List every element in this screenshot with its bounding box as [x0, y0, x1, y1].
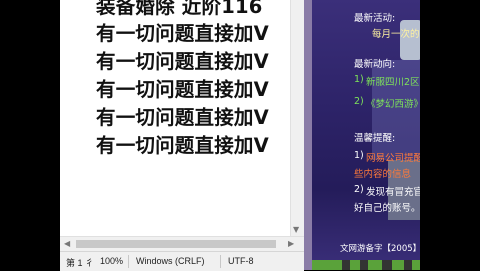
- text-line: 有一切问题直接加V: [96, 78, 269, 101]
- tip-index: 2): [354, 184, 364, 195]
- taskbar-block: [360, 260, 368, 270]
- latest-activity-text[interactable]: 每月一次的: [372, 26, 420, 40]
- text-line: 有一切问题直接加V: [96, 22, 269, 45]
- text-area[interactable]: 装备婚除 近阶116 有一切问题直接加V 有一切问题直接加V 有一切问题直接加V…: [60, 0, 290, 236]
- horizontal-scroll-thumb[interactable]: [76, 240, 276, 248]
- news-index: 2): [354, 96, 364, 107]
- status-separator: [220, 255, 221, 268]
- text-line: 有一切问题直接加V: [96, 106, 269, 129]
- latest-activity-title: 最新活动:: [354, 13, 396, 24]
- text-editor-window: 装备婚除 近阶116 有一切问题直接加V 有一切问题直接加V 有一切问题直接加V…: [60, 0, 305, 271]
- scroll-right-arrow-icon[interactable]: ▶: [288, 239, 294, 248]
- horizontal-scrollbar[interactable]: ◀ ▶: [60, 236, 304, 251]
- zoom-level: 100%: [100, 256, 124, 266]
- scroll-left-arrow-icon[interactable]: ◀: [64, 239, 70, 248]
- encoding: UTF-8: [228, 256, 254, 266]
- text-line: 有一切问题直接加V: [96, 50, 269, 73]
- license-footer: 文网游备字【2005】: [340, 244, 420, 254]
- tip-index: 1): [354, 150, 364, 161]
- news-link[interactable]: 《梦幻西游》: [366, 96, 420, 110]
- taskbar-block: [382, 260, 392, 270]
- taskbar-block: [342, 260, 350, 270]
- text-line: 有一切问题直接加V: [96, 134, 269, 157]
- game-news-panel: 最新活动: 每月一次的 最新动向: 1) 新服四川2区 2) 《梦幻西游》 温馨…: [312, 0, 420, 270]
- status-bar: 第 1 彳 100% Windows (CRLF) UTF-8: [60, 251, 304, 271]
- news-link[interactable]: 新服四川2区: [366, 74, 420, 88]
- taskbar-block: [404, 260, 412, 270]
- status-separator: [128, 255, 129, 268]
- tip-text: 好自己的账号。: [354, 203, 420, 214]
- warm-tip-title: 温馨提醒:: [354, 133, 396, 144]
- window-divider: [304, 0, 312, 270]
- scroll-down-arrow-icon[interactable]: ▼: [293, 225, 299, 234]
- tip-text: 些内容的信息: [354, 169, 412, 180]
- latest-news-title: 最新动向:: [354, 59, 396, 70]
- line-ending: Windows (CRLF): [136, 256, 205, 266]
- taskbar-strip: [312, 260, 420, 270]
- vertical-scrollbar[interactable]: ▼: [290, 0, 305, 236]
- tip-text: 发现有冒充官: [366, 187, 420, 198]
- cursor-position: 第 1 彳: [66, 258, 95, 268]
- tip-text: 网易公司提醒: [366, 153, 420, 164]
- news-index: 1): [354, 74, 364, 85]
